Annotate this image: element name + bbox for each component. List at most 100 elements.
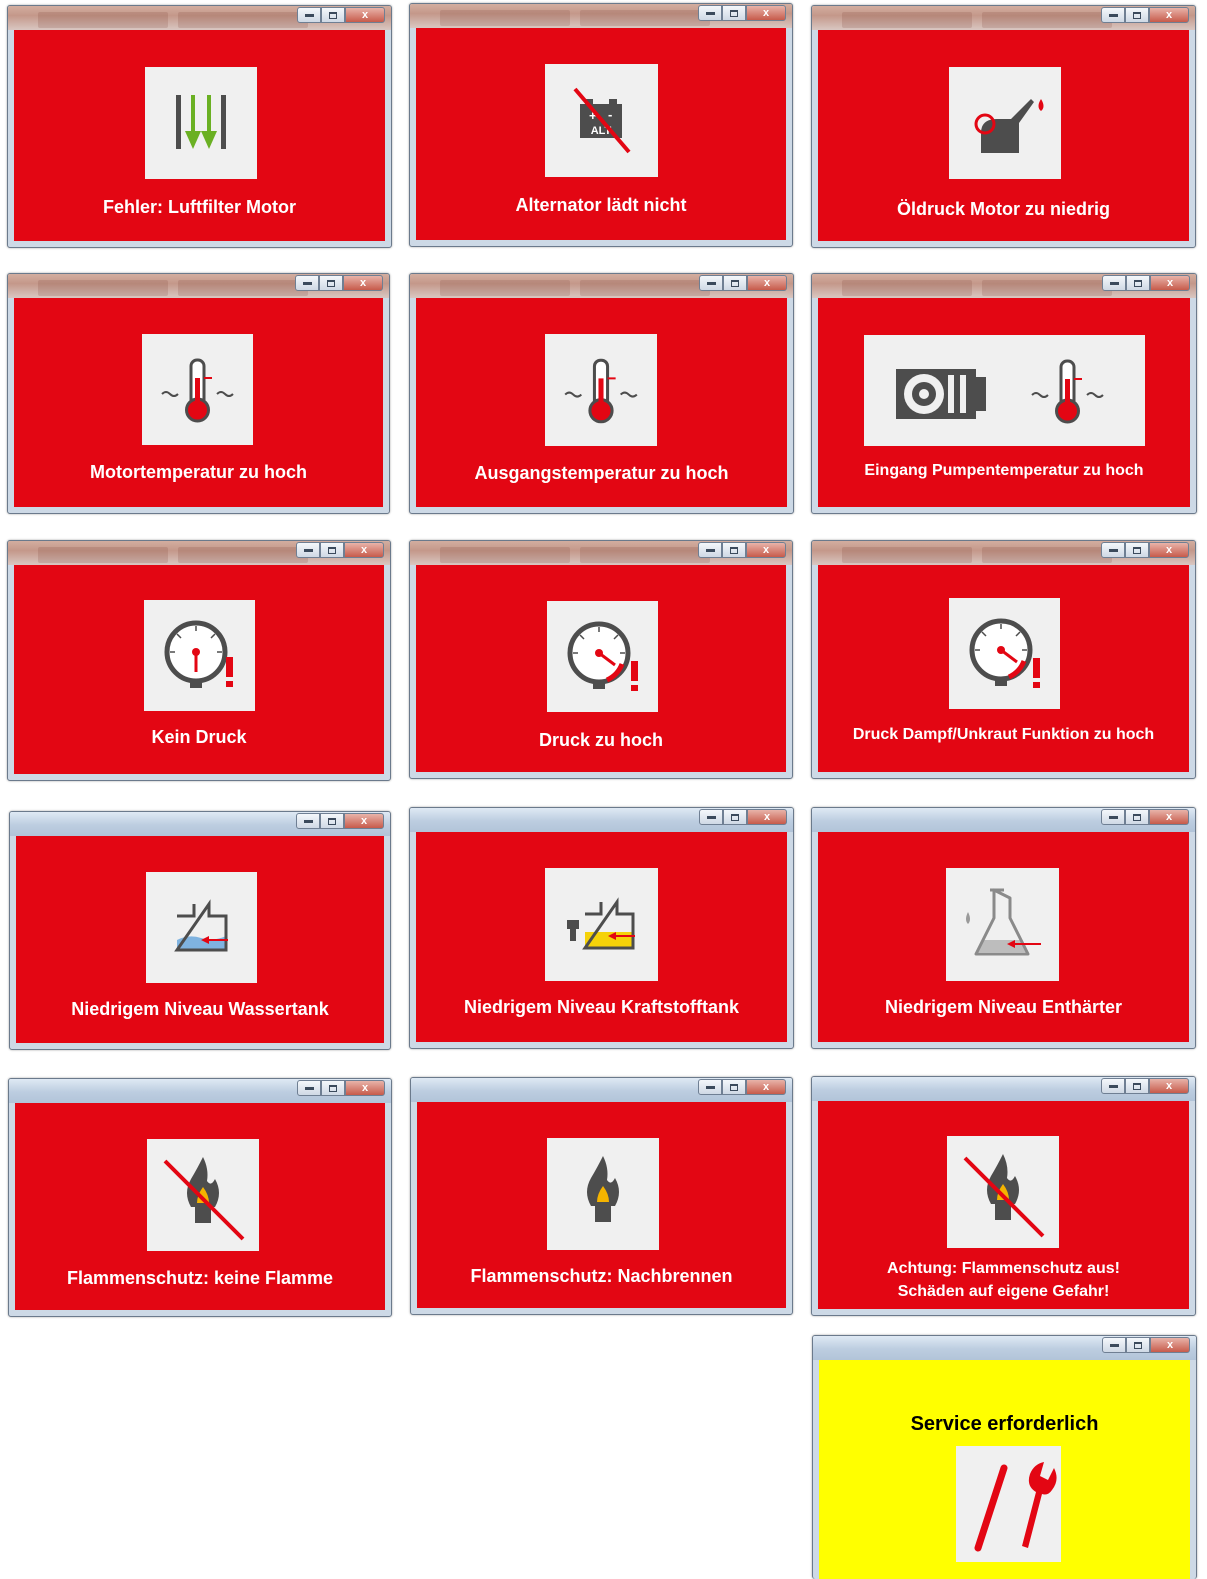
minimize-button[interactable] (699, 275, 723, 291)
title-bar[interactable]: x (410, 274, 793, 298)
maximize-button[interactable] (722, 5, 746, 21)
close-button[interactable]: x (746, 5, 786, 21)
fuel-tank-icon (545, 868, 658, 981)
pressure-gauge-icon (144, 600, 255, 711)
alarm-panel: Achtung: Flammenschutz aus! Schäden auf … (818, 1101, 1189, 1309)
close-button[interactable]: x (345, 1080, 385, 1096)
minimize-button[interactable] (1102, 275, 1126, 291)
alarm-panel: Ausgangstemperatur zu hoch (416, 298, 787, 507)
maximize-button[interactable] (321, 7, 345, 23)
alarm-message: Druck Dampf/Unkraut Funktion zu hoch (852, 726, 1155, 743)
minimize-button[interactable] (1101, 7, 1125, 23)
title-bar[interactable]: x (411, 1078, 792, 1102)
title-bar[interactable]: x (410, 541, 792, 565)
title-bar[interactable]: x (813, 1336, 1196, 1360)
alarm-panel: Flammenschutz: Nachbrennen (417, 1102, 786, 1308)
alarm-message: Ausgangstemperatur zu hoch (474, 463, 729, 483)
maximize-button[interactable] (320, 542, 344, 558)
close-button[interactable]: x (746, 542, 786, 558)
close-button[interactable]: x (1150, 275, 1190, 291)
warning-panel: Service erforderlich (819, 1360, 1190, 1579)
title-bar[interactable]: x (812, 1077, 1195, 1101)
maximize-button[interactable] (1126, 275, 1150, 291)
alarm-panel: Druck Dampf/Unkraut Funktion zu hoch (818, 565, 1189, 772)
pressure-gauge-high-icon (547, 601, 658, 712)
minimize-button[interactable] (296, 542, 320, 558)
title-bar[interactable]: x (812, 541, 1195, 565)
maximize-button[interactable] (1125, 809, 1149, 825)
minimize-button[interactable] (698, 542, 722, 558)
maximize-button[interactable] (723, 275, 747, 291)
minimize-button[interactable] (1101, 809, 1125, 825)
thermometer-icon (545, 334, 657, 446)
service-tools-icon (956, 1446, 1061, 1562)
minimize-button[interactable] (1102, 1337, 1126, 1353)
close-button[interactable]: x (1150, 1337, 1190, 1353)
title-bar[interactable]: x (812, 6, 1195, 30)
close-button[interactable]: x (1149, 7, 1189, 23)
alarm-window-outlet-temp: x Ausgangstemperatur zu hoch (409, 273, 794, 514)
alarm-window-steam-pressure-high: x Druck Dampf/Unkraut Funktion zu hoch (811, 540, 1196, 779)
title-bar[interactable]: x (410, 808, 793, 832)
minimize-button[interactable] (295, 275, 319, 291)
close-button[interactable]: x (344, 813, 384, 829)
minimize-button[interactable] (698, 1079, 722, 1095)
warning-window-service: x Service erforderlich (812, 1335, 1197, 1579)
close-button[interactable]: x (343, 275, 383, 291)
close-button[interactable]: x (746, 1079, 786, 1095)
maximize-button[interactable] (1125, 542, 1149, 558)
minimize-button[interactable] (1101, 1078, 1125, 1094)
alarm-window-oil-pressure: x Öldruck Motor zu niedrig (811, 5, 1196, 248)
title-bar[interactable]: x (8, 541, 390, 565)
alarm-panel: Niedrigem Niveau Kraftstofftank (416, 832, 787, 1042)
alarm-message: Eingang Pumpentemperatur zu hoch (864, 462, 1144, 479)
title-bar[interactable]: x (8, 6, 391, 30)
minimize-button[interactable] (699, 809, 723, 825)
title-bar[interactable]: x (410, 4, 792, 28)
close-button[interactable]: x (747, 275, 787, 291)
minimize-button[interactable] (297, 1080, 321, 1096)
maximize-button[interactable] (319, 275, 343, 291)
close-button[interactable]: x (344, 542, 384, 558)
minimize-button[interactable] (698, 5, 722, 21)
close-button[interactable]: x (1149, 542, 1189, 558)
alarm-message: Niedrigem Niveau Kraftstofftank (463, 997, 740, 1017)
no-flame-icon (947, 1136, 1059, 1248)
close-button[interactable]: x (1149, 809, 1189, 825)
maximize-button[interactable] (722, 542, 746, 558)
close-button[interactable]: x (345, 7, 385, 23)
maximize-button[interactable] (1126, 1337, 1150, 1353)
pressure-gauge-high-icon (949, 598, 1060, 709)
close-button[interactable]: x (1149, 1078, 1189, 1094)
maximize-button[interactable] (1125, 7, 1149, 23)
title-bar[interactable]: x (9, 1079, 391, 1103)
alarm-message: Niedrigem Niveau Wassertank (71, 999, 329, 1019)
alarm-window-fuel-tank: x Niedrigem Niveau Kraftstofftank (409, 807, 794, 1049)
warning-message: Service erforderlich (910, 1413, 1099, 1435)
minimize-button[interactable] (297, 7, 321, 23)
alarm-message: Alternator lädt nicht (515, 195, 687, 215)
oil-can-icon (949, 67, 1061, 179)
softener-flask-icon (946, 868, 1059, 981)
svg-text:-: - (608, 107, 612, 122)
maximize-button[interactable] (723, 809, 747, 825)
title-bar[interactable]: x (812, 274, 1196, 298)
minimize-button[interactable] (296, 813, 320, 829)
alarm-message: Motortemperatur zu hoch (89, 462, 307, 482)
alarm-panel: Eingang Pumpentemperatur zu hoch (818, 298, 1190, 507)
maximize-button[interactable] (722, 1079, 746, 1095)
minimize-button[interactable] (1101, 542, 1125, 558)
title-bar[interactable]: x (10, 812, 390, 836)
close-button[interactable]: x (747, 809, 787, 825)
alarm-window-softener: x Niedrigem Niveau Enthärter (811, 807, 1196, 1049)
title-bar[interactable]: x (8, 274, 389, 298)
air-filter-icon (145, 67, 257, 179)
alarm-panel: Motortemperatur zu hoch (14, 298, 383, 507)
title-bar[interactable]: x (812, 808, 1195, 832)
alternator-icon: + - ALT (545, 64, 658, 177)
maximize-button[interactable] (320, 813, 344, 829)
maximize-button[interactable] (321, 1080, 345, 1096)
maximize-button[interactable] (1125, 1078, 1149, 1094)
alarm-window-alternator: x + - ALT Alternator lädt nicht (409, 3, 793, 247)
alarm-window-pump-temp: x Eingang Pumpentemperatur zu hoch (811, 273, 1197, 514)
